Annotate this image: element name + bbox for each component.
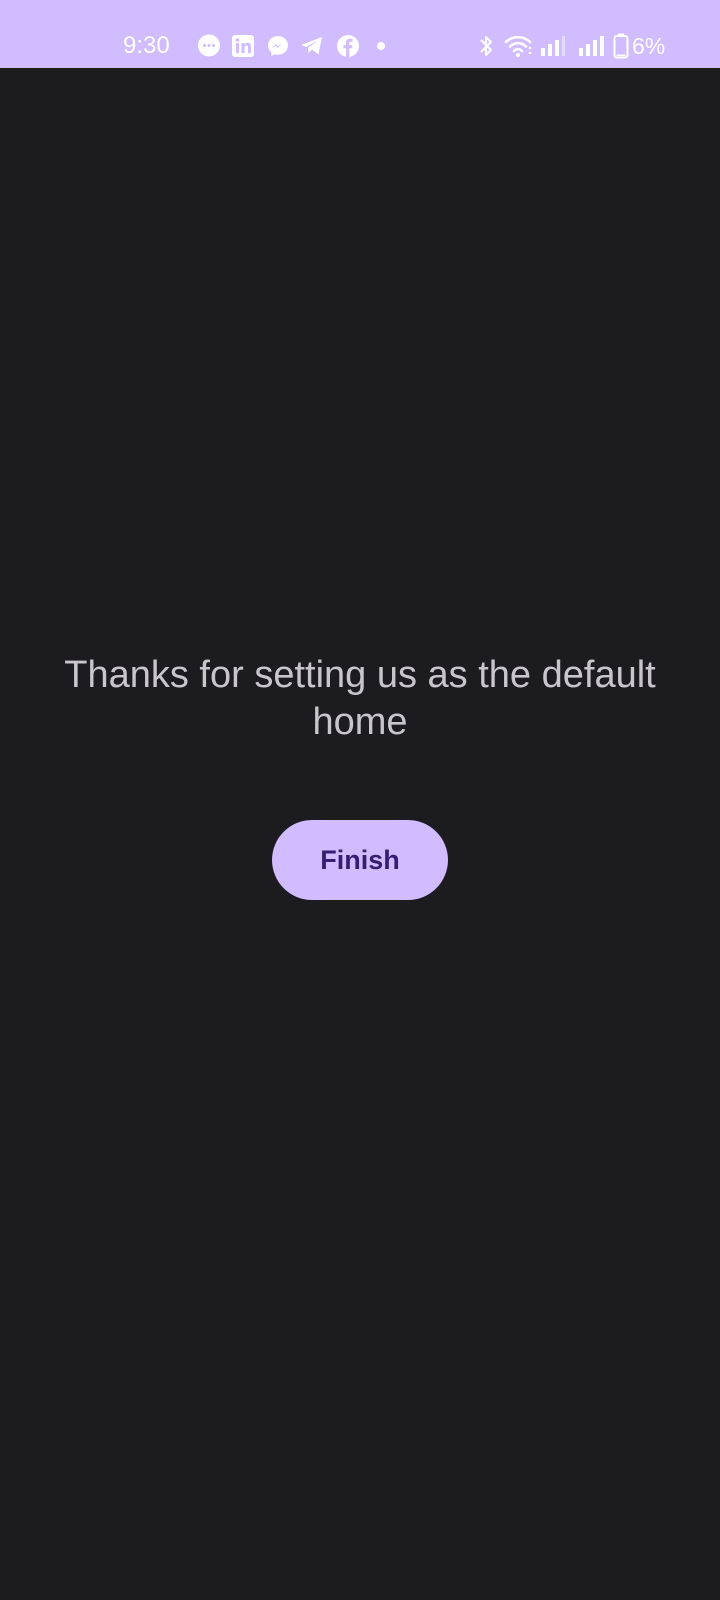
status-bar: 9:30 6% xyxy=(0,0,720,68)
confirmation-message: Thanks for setting us as the default hom… xyxy=(64,654,656,743)
messenger-icon xyxy=(268,36,288,56)
telegram-icon xyxy=(301,37,322,55)
wifi-icon xyxy=(504,35,532,57)
finish-button[interactable]: Finish xyxy=(272,820,448,900)
status-time: 9:30 xyxy=(123,32,170,59)
battery-percentage: 6% xyxy=(632,33,666,59)
signal-icon xyxy=(541,36,565,56)
dot-icon xyxy=(377,42,385,50)
battery-icon xyxy=(613,33,629,59)
linkedin-icon xyxy=(232,35,254,57)
messages-icon xyxy=(198,34,220,57)
bluetooth-icon xyxy=(480,36,492,56)
main-content: Thanks for setting us as the default hom… xyxy=(0,68,720,1600)
facebook-icon xyxy=(337,35,359,57)
signal-icon xyxy=(579,36,604,56)
